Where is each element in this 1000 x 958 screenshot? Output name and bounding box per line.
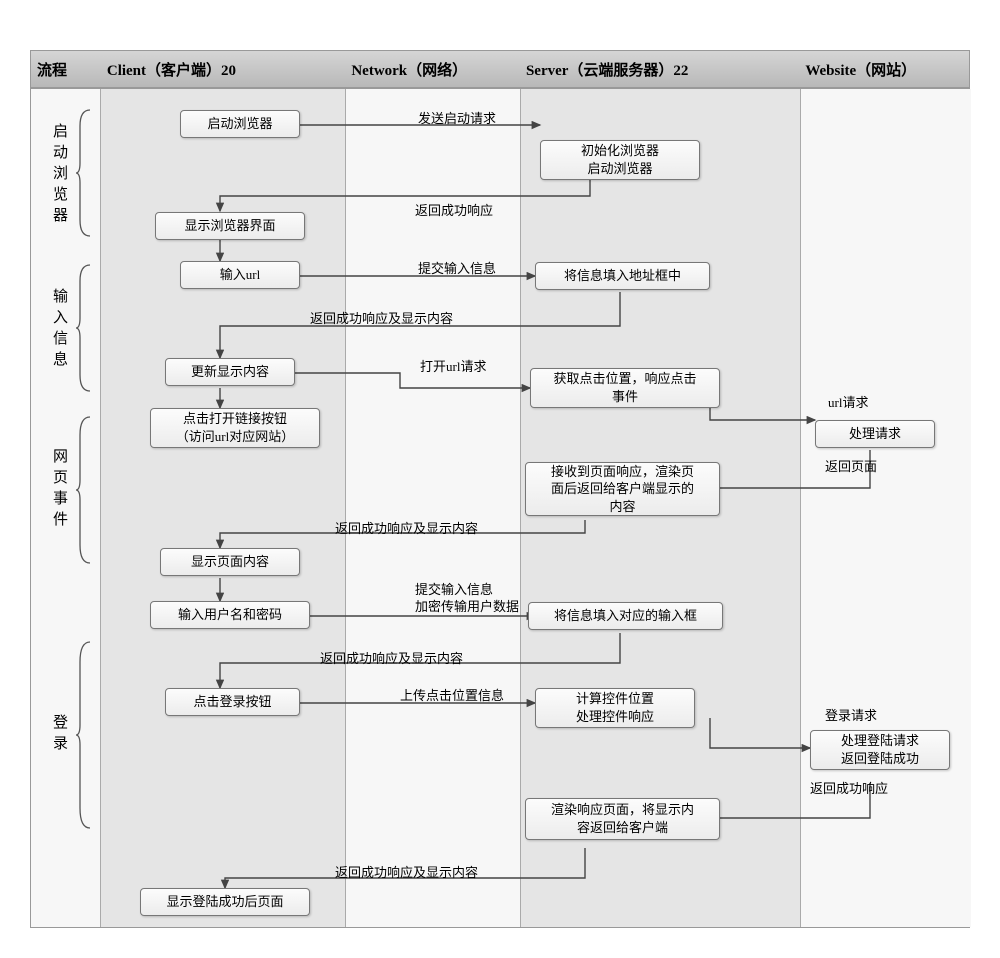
- node-fill-input-box: 将信息填入对应的输入框: [528, 602, 723, 630]
- node-input-credentials: 输入用户名和密码: [150, 601, 310, 629]
- edge-label: 返回成功响应: [810, 778, 888, 797]
- edge-label: 返回成功响应及显示内容: [320, 648, 463, 667]
- edge-label: 提交输入信息 加密传输用户数据: [415, 582, 519, 616]
- edge-label: 提交输入信息: [418, 258, 496, 277]
- edge-label: 返回成功响应: [415, 200, 493, 219]
- node-init-browser: 初始化浏览器 启动浏览器: [540, 140, 700, 180]
- node-click-login: 点击登录按钮: [165, 688, 300, 716]
- lane-website: [801, 89, 971, 927]
- header-row: 流程 Client（客户端）20 Network（网络） Server（云端服务…: [30, 50, 970, 88]
- node-get-click-pos: 获取点击位置，响应点击 事件: [530, 368, 720, 408]
- head-server: Server（云端服务器）22: [520, 51, 799, 87]
- node-start-browser: 启动浏览器: [180, 110, 300, 138]
- diagram-root: 流程 Client（客户端）20 Network（网络） Server（云端服务…: [0, 0, 1000, 958]
- edge-label: 返回成功响应及显示内容: [310, 308, 453, 327]
- node-refresh-display: 更新显示内容: [165, 358, 295, 386]
- node-render-page: 接收到页面响应，渲染页 面后返回给客户端显示的 内容: [525, 462, 720, 516]
- edge-label: url请求: [828, 392, 868, 411]
- edge-label: 打开url请求: [420, 356, 486, 375]
- node-process-login: 处理登陆请求 返回登陆成功: [810, 730, 950, 770]
- edge-label: 返回页面: [825, 456, 877, 475]
- node-show-login-success: 显示登陆成功后页面: [140, 888, 310, 916]
- head-process: 流程: [31, 51, 101, 87]
- node-show-browser-ui: 显示浏览器界面: [155, 212, 305, 240]
- node-process-request: 处理请求: [815, 420, 935, 448]
- node-input-url: 输入url: [180, 261, 300, 289]
- node-show-page: 显示页面内容: [160, 548, 300, 576]
- node-calc-control-pos: 计算控件位置 处理控件响应: [535, 688, 695, 728]
- brace-icon: [76, 108, 94, 238]
- edge-label: 返回成功响应及显示内容: [335, 518, 478, 537]
- edge-label: 上传点击位置信息: [400, 685, 504, 704]
- node-click-open-link: 点击打开链接按钮 （访问url对应网站）: [150, 408, 320, 448]
- brace-icon: [76, 263, 94, 393]
- edge-label: 登录请求: [825, 705, 877, 724]
- node-fill-address: 将信息填入地址框中: [535, 262, 710, 290]
- edge-label: 发送启动请求: [418, 108, 496, 127]
- head-client: Client（客户端）20: [101, 51, 345, 87]
- node-render-response: 渲染响应页面，将显示内 容返回给客户端: [525, 798, 720, 840]
- brace-icon: [76, 640, 94, 830]
- brace-icon: [76, 415, 94, 565]
- head-website: Website（网站）: [799, 51, 969, 87]
- head-network: Network（网络）: [345, 51, 520, 87]
- edge-label: 返回成功响应及显示内容: [335, 862, 478, 881]
